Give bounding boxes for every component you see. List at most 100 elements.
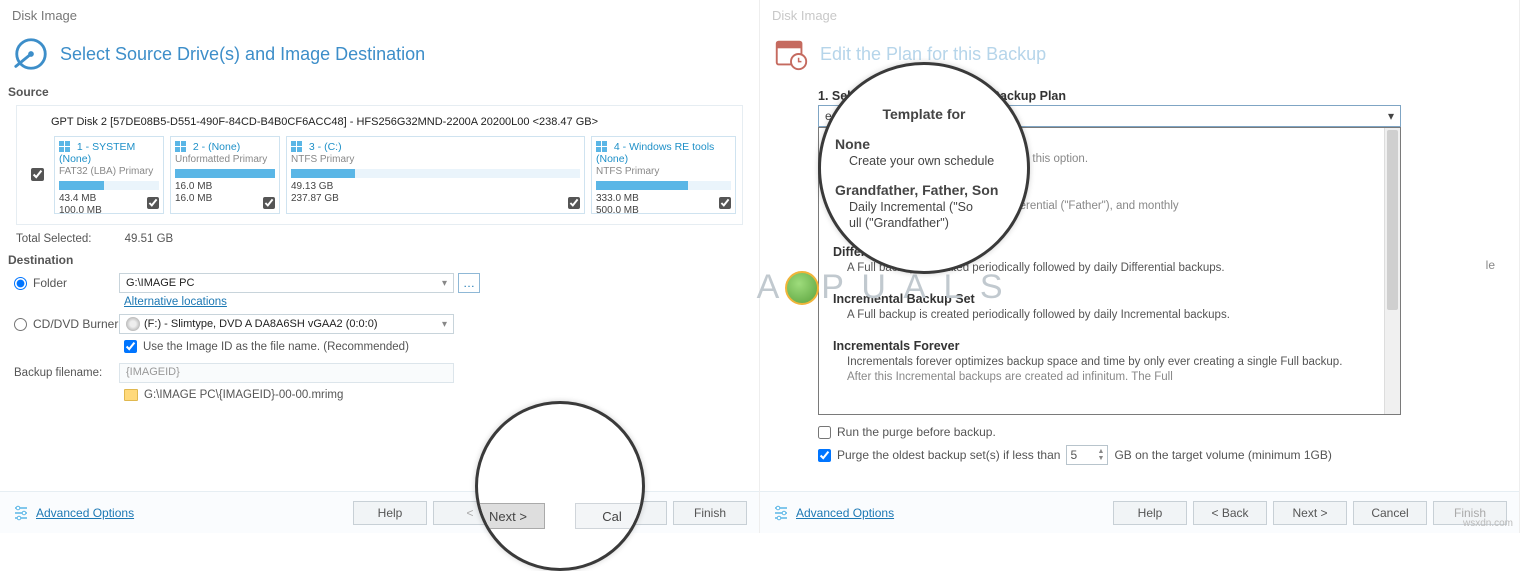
spinner-buttons[interactable]: ▲▼ xyxy=(1098,448,1105,462)
partition-label: 3 - (C:) xyxy=(309,141,342,153)
partition-label: 2 - (None) xyxy=(193,141,240,153)
partition-fs: NTFS Primary xyxy=(596,166,731,177)
destination-section-label: Destination xyxy=(8,253,751,267)
back-button[interactable]: < Back xyxy=(1193,501,1267,525)
partition-checkbox[interactable] xyxy=(568,197,580,209)
disk-identifier: GPT Disk 2 [57DE08B5-D551-490F-84CD-B4B0… xyxy=(51,116,736,128)
page-title: Edit the Plan for this Backup xyxy=(820,44,1046,65)
partition-checkbox[interactable] xyxy=(719,197,731,209)
cddvd-value: (F:) - Slimtype, DVD A DA8A6SH vGAA2 (0:… xyxy=(144,318,378,330)
run-purge-checkbox[interactable] xyxy=(818,426,831,439)
source-disk-box: GPT Disk 2 [57DE08B5-D551-490F-84CD-B4B0… xyxy=(16,105,743,225)
alternative-locations-link[interactable]: Alternative locations xyxy=(124,296,759,308)
source-destination-pane: Disk Image Select Source Drive(s) and Im… xyxy=(0,0,760,533)
advanced-options-link[interactable]: Advanced Options xyxy=(12,504,134,522)
partition-total: 16.0 MB xyxy=(175,193,275,205)
window-title: Disk Image xyxy=(0,0,759,31)
magnified-option-gfs-desc1: Daily Incremental ("So xyxy=(849,200,1013,214)
help-button[interactable]: Help xyxy=(353,501,427,525)
total-selected-value: 49.51 GB xyxy=(125,233,174,245)
sliders-icon xyxy=(12,504,30,522)
purge-oldest-checkbox[interactable] xyxy=(818,449,831,462)
partition-total: 100.0 MB xyxy=(59,205,159,217)
calendar-clock-icon xyxy=(772,35,810,73)
run-purge-row[interactable]: Run the purge before backup. xyxy=(818,425,1519,439)
windows-icon xyxy=(59,141,71,153)
chevron-down-icon: ▾ xyxy=(1388,109,1394,123)
partition-1[interactable]: 1 - SYSTEM (None) FAT32 (LBA) Primary 43… xyxy=(54,136,164,214)
cancel-button[interactable]: Cancel xyxy=(1353,501,1427,525)
partition-used: 49.13 GB xyxy=(291,181,580,193)
partition-used: 43.4 MB xyxy=(59,193,159,205)
next-button[interactable]: Next > xyxy=(1273,501,1347,525)
partition-checkbox[interactable] xyxy=(263,197,275,209)
result-path: G:\IMAGE PC\{IMAGEID}-00-00.mrimg xyxy=(124,389,759,401)
partition-checkbox[interactable] xyxy=(147,197,159,209)
backup-filename-label: Backup filename: xyxy=(14,367,119,379)
magnified-option-none-desc: Create your own schedule xyxy=(849,154,1013,168)
purge-gb-value: 5 xyxy=(1070,448,1077,462)
hint-letter: le xyxy=(1486,258,1495,272)
wizard-footer: Advanced Options Help < Next > Cal Finis… xyxy=(0,491,759,533)
magnified-option-none: None xyxy=(835,136,1013,152)
magnifier-template-dropdown: Template for None Create your own schedu… xyxy=(818,62,1030,274)
purge-gb-spinner[interactable]: 5 ▲▼ xyxy=(1066,445,1108,465)
cddvd-row: CD/DVD Burner (F:) - Slimtype, DVD A DA8… xyxy=(14,314,749,334)
windows-icon xyxy=(291,141,303,153)
partition-label: 4 - Windows RE tools (None) xyxy=(596,141,714,165)
partition-fs: Unformatted Primary xyxy=(175,154,275,165)
magnifier-next-button: Next > Cal xyxy=(475,401,645,571)
purge-oldest-row[interactable]: Purge the oldest backup set(s) if less t… xyxy=(818,445,1519,465)
total-selected-label: Total Selected: xyxy=(16,233,91,245)
wizard-footer: Advanced Options Help < Back Next > Canc… xyxy=(760,491,1519,533)
scrollbar-thumb[interactable] xyxy=(1387,130,1398,310)
partition-3[interactable]: 3 - (C:) NTFS Primary 49.13 GB 237.87 GB xyxy=(286,136,585,214)
disk-icon xyxy=(12,35,50,73)
purge-oldest-label: Purge the oldest backup set(s) if less t… xyxy=(837,448,1060,462)
magnified-next-button: Next > xyxy=(475,503,545,529)
cddvd-radio[interactable]: CD/DVD Burner xyxy=(14,317,119,331)
folder-combo[interactable]: G:\IMAGE PC ▾ xyxy=(119,273,454,293)
scrollbar[interactable] xyxy=(1384,128,1400,414)
use-imageid-checkbox[interactable] xyxy=(124,340,137,353)
template-item-incrementals-forever[interactable]: Incrementals Forever Incrementals foreve… xyxy=(819,331,1400,393)
partition-total: 237.87 GB xyxy=(291,193,580,205)
partition-used: 333.0 MB xyxy=(596,193,731,205)
windows-icon xyxy=(175,141,187,153)
finish-button[interactable]: Finish xyxy=(673,501,747,525)
folder-radio[interactable]: Folder xyxy=(14,276,119,290)
backup-filename-input[interactable]: {IMAGEID} xyxy=(119,363,454,383)
browse-button[interactable]: … xyxy=(458,273,480,293)
partition-used: 16.0 MB xyxy=(175,181,275,193)
use-imageid-row[interactable]: Use the Image ID as the file name. (Reco… xyxy=(124,340,759,353)
source-section-label: Source xyxy=(8,85,751,99)
help-button[interactable]: Help xyxy=(1113,501,1187,525)
advanced-options-link[interactable]: Advanced Options xyxy=(772,504,894,522)
magnified-option-gfs-desc2: ull ("Grandfather") xyxy=(849,216,1013,230)
select-disk-checkbox[interactable] xyxy=(31,168,44,181)
magnified-option-gfs: Grandfather, Father, Son xyxy=(835,182,1013,198)
header: Select Source Drive(s) and Image Destina… xyxy=(0,31,759,83)
result-path-text: G:\IMAGE PC\{IMAGEID}-00-00.mrimg xyxy=(144,389,343,401)
sliders-icon xyxy=(772,504,790,522)
windows-icon xyxy=(596,141,608,153)
backup-plan-pane: Disk Image Edit the Plan for this Backup… xyxy=(760,0,1520,533)
partition-fs: NTFS Primary xyxy=(291,154,580,165)
partition-2[interactable]: 2 - (None) Unformatted Primary 16.0 MB 1… xyxy=(170,136,280,214)
folder-icon xyxy=(124,389,138,401)
partition-4[interactable]: 4 - Windows RE tools (None) NTFS Primary… xyxy=(591,136,736,214)
magnified-cancel-button: Cal xyxy=(575,503,645,529)
window-title: Disk Image xyxy=(760,0,1519,31)
total-selected-row: Total Selected: 49.51 GB xyxy=(16,233,743,245)
cddvd-combo[interactable]: (F:) - Slimtype, DVD A DA8A6SH vGAA2 (0:… xyxy=(119,314,454,334)
backup-filename-row: Backup filename: {IMAGEID} xyxy=(14,363,749,383)
folder-value: G:\IMAGE PC xyxy=(126,277,194,289)
partition-total: 500.0 MB xyxy=(596,205,731,217)
chevron-down-icon: ▾ xyxy=(442,278,447,289)
run-purge-label: Run the purge before backup. xyxy=(837,425,996,439)
folder-row: Folder G:\IMAGE PC ▾ … xyxy=(14,273,749,293)
attribution: wsxdn.com xyxy=(1463,518,1513,529)
use-imageid-label: Use the Image ID as the file name. (Reco… xyxy=(143,341,409,353)
template-item-incremental[interactable]: Incremental Backup Set A Full backup is … xyxy=(819,284,1400,331)
disc-icon xyxy=(126,317,140,331)
